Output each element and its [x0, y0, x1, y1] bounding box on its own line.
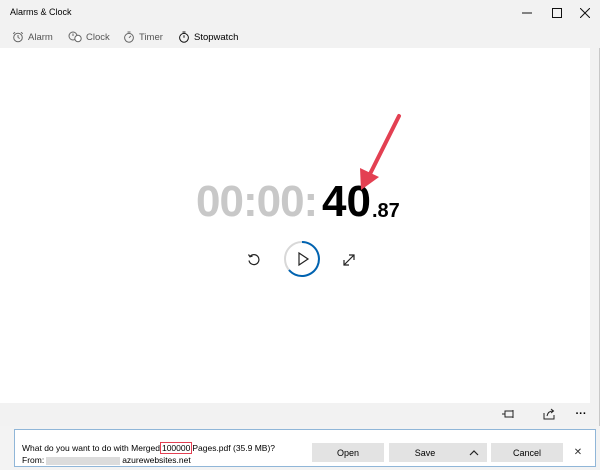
tab-alarm[interactable]: Alarm: [12, 26, 53, 48]
from-label: From:: [22, 455, 45, 465]
timer-icon: [124, 31, 134, 43]
tab-label: Stopwatch: [194, 31, 239, 43]
play-button[interactable]: [283, 240, 321, 278]
clock-icon: [68, 31, 82, 43]
tab-timer[interactable]: Timer: [123, 26, 163, 48]
pin-button[interactable]: [500, 406, 518, 422]
chevron-up-icon: [469, 449, 479, 455]
tab-clock[interactable]: Clock: [68, 26, 110, 48]
cancel-button[interactable]: Cancel: [491, 443, 563, 462]
alarm-icon: [12, 31, 24, 43]
share-icon: [543, 408, 555, 420]
tab-label: Timer: [139, 31, 163, 43]
title-bar: Alarms & Clock: [0, 0, 600, 26]
download-prompt: What do you want to do with Merged 100000…: [22, 442, 276, 454]
save-label: Save: [414, 447, 436, 458]
minimize-button[interactable]: [512, 0, 542, 26]
expand-icon: [343, 254, 355, 266]
save-button[interactable]: Save: [389, 443, 461, 462]
open-label: Open: [336, 447, 360, 458]
bottom-app-bar: ···: [0, 403, 590, 426]
download-prompt-prefix: What do you want to do with Merged: [22, 443, 160, 453]
source-domain: azurewebsites.net: [122, 455, 191, 465]
close-icon: ✕: [573, 446, 583, 458]
app-title: Alarms & Clock: [10, 7, 72, 17]
cancel-label: Cancel: [512, 447, 541, 458]
more-button[interactable]: ···: [572, 406, 590, 422]
reset-button[interactable]: [244, 250, 264, 270]
maximize-button[interactable]: [542, 0, 572, 26]
save-options-button[interactable]: [461, 443, 487, 462]
share-button[interactable]: [540, 406, 558, 422]
tab-bar: Alarm Clock Timer Stopwatch: [0, 26, 600, 71]
stopwatch-icon: [179, 31, 189, 43]
tab-label: Clock: [86, 31, 110, 43]
download-prompt-suffix: Pages.pdf (35.9 MB)?: [192, 443, 276, 453]
close-download-bar-button[interactable]: ✕: [570, 444, 586, 460]
stopwatch-elapsed-hms: 00:00:: [196, 177, 318, 226]
tab-stopwatch[interactable]: Stopwatch: [178, 26, 238, 48]
minimize-icon: [522, 12, 532, 14]
tab-label: Alarm: [28, 31, 53, 43]
reset-icon: [247, 254, 260, 266]
redacted-subdomain: [46, 456, 121, 465]
maximize-icon: [552, 8, 562, 18]
download-source: From: azurewebsites.net: [22, 455, 191, 465]
stopwatch-elapsed-fraction: .87: [372, 200, 400, 222]
open-button[interactable]: Open: [312, 443, 384, 462]
app-window: Alarms & Clock Alarm Clock Timer Stopwat…: [0, 0, 600, 426]
close-icon: [580, 8, 590, 18]
pin-icon: [502, 410, 514, 418]
annotation-arrow: [360, 114, 401, 190]
more-icon: ···: [575, 408, 587, 420]
close-button[interactable]: [570, 0, 600, 26]
expand-button[interactable]: [339, 250, 359, 270]
highlighted-page-count: 100000: [159, 442, 193, 454]
play-icon: [284, 241, 320, 277]
